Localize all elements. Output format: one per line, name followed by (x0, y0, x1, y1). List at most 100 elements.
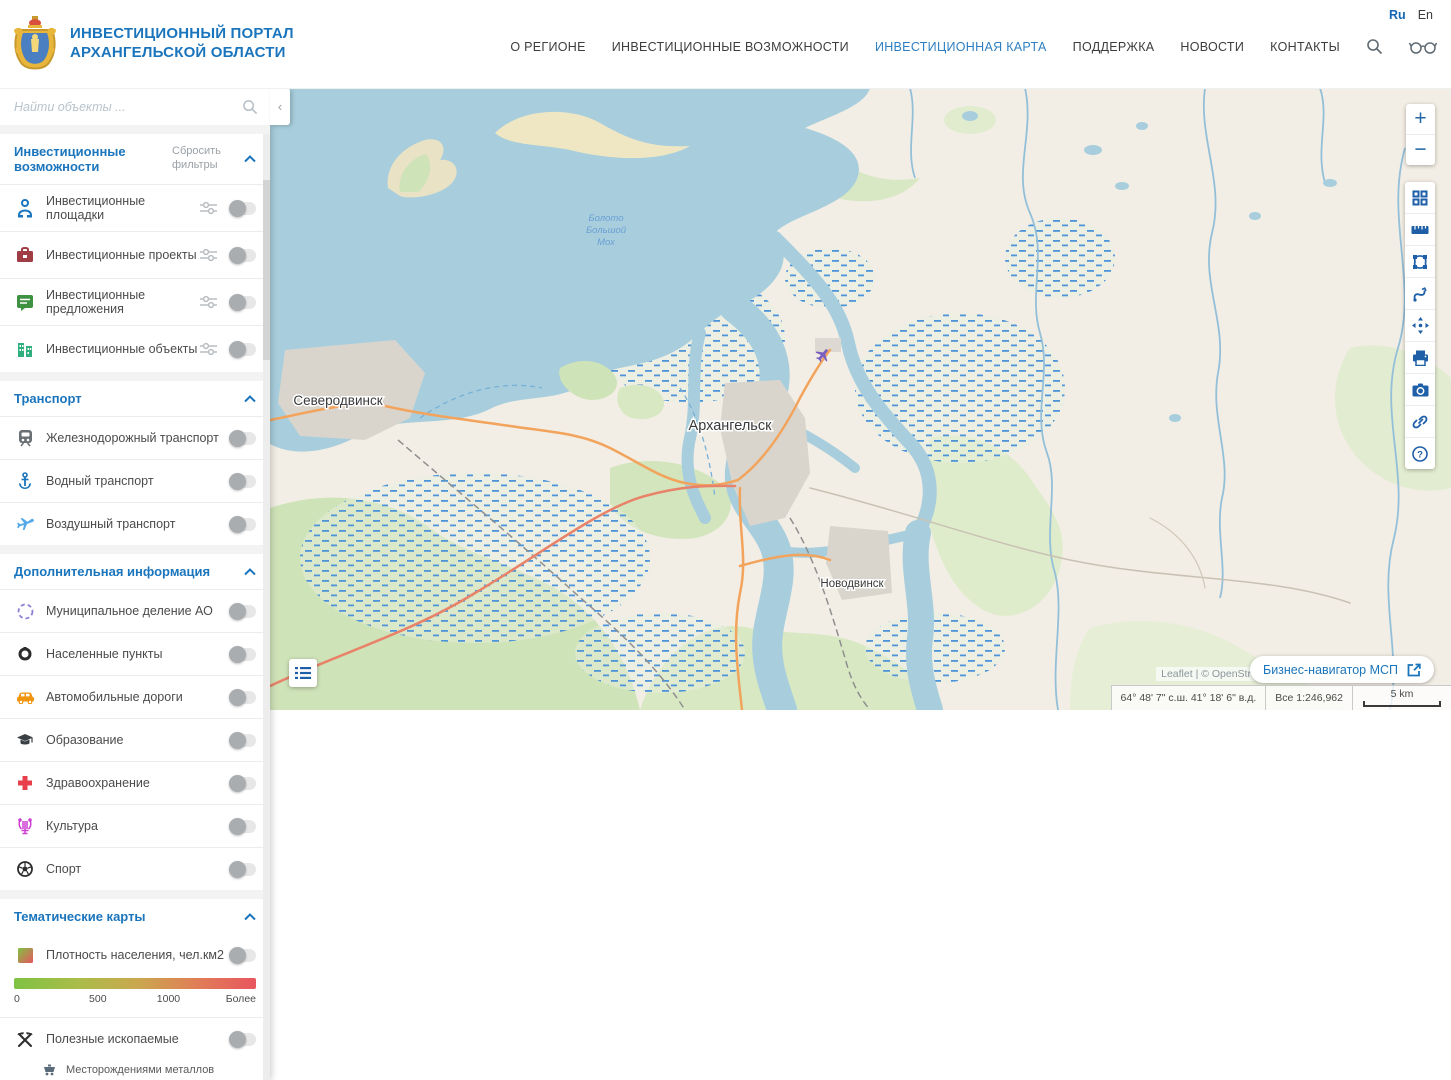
sublayer-label: Месторождениями металлов (66, 1064, 214, 1076)
layer-toggle[interactable] (229, 863, 256, 876)
settlement-dot-icon (14, 647, 36, 661)
coat-of-arms-logo (12, 14, 58, 72)
layer-row-education: Образование (0, 718, 270, 761)
header: ИНВЕСТИЦИОННЫЙ ПОРТАЛ АРХАНГЕЛЬСКОЙ ОБЛА… (0, 0, 1451, 89)
print-button[interactable] (1405, 341, 1435, 373)
layer-label: Инвестиционные проекты (46, 248, 200, 262)
screenshot-camera-button[interactable] (1405, 373, 1435, 405)
layer-toggle[interactable] (229, 475, 256, 488)
city-label-severodvinsk: Северодвинск (293, 393, 382, 408)
map-render: Северодвинск Архангельск Новодвинск Боло… (270, 88, 1451, 710)
layer-row-healthcare: Здравоохранение (0, 761, 270, 804)
layer-toggle[interactable] (229, 1033, 256, 1046)
layer-label: Образование (46, 733, 229, 747)
layer-row-invest-offers: Инвестиционные предложения (0, 278, 270, 325)
basemap-layers-button[interactable] (1405, 182, 1435, 213)
layer-toggle[interactable] (229, 777, 256, 790)
invest-sites-icon (14, 198, 36, 218)
section-transport: Транспорт Железнодорожный транспорт Водн… (0, 381, 270, 545)
filter-icon[interactable] (200, 342, 217, 356)
layer-toggle[interactable] (229, 820, 256, 833)
density-gradient-bar (14, 978, 256, 989)
layer-toggle[interactable] (229, 202, 256, 215)
layer-toggle[interactable] (229, 734, 256, 747)
filter-icon[interactable] (200, 201, 217, 215)
layer-row-invest-sites: Инвестиционные площадки (0, 184, 270, 231)
accessibility-glasses-icon[interactable] (1409, 40, 1437, 54)
nav-region[interactable]: О РЕГИОНЕ (510, 40, 585, 54)
sidebar-collapse-button[interactable]: ‹ (270, 88, 290, 125)
sublayer-metal-deposits[interactable]: Месторождениями металлов (0, 1060, 270, 1080)
route-button[interactable] (1405, 277, 1435, 309)
filter-icon[interactable] (200, 248, 217, 262)
reset-filters-button[interactable]: Сбросить фильтры (172, 145, 230, 173)
measure-ruler-button[interactable] (1405, 213, 1435, 245)
lang-ru[interactable]: Ru (1389, 8, 1406, 22)
nav-news[interactable]: НОВОСТИ (1180, 40, 1244, 54)
city-label-novodvinsk: Новодвинск (820, 578, 884, 590)
layer-row-invest-projects: Инвестиционные проекты (0, 231, 270, 278)
scale-distance-label: 5 km (1391, 688, 1414, 700)
sidebar-scrollbar[interactable] (263, 134, 270, 1080)
main-nav: О РЕГИОНЕ ИНВЕСТИЦИОННЫЕ ВОЗМОЖНОСТИ ИНВ… (510, 38, 1437, 55)
chevron-up-icon[interactable] (244, 568, 256, 576)
zoom-controls: + − (1406, 104, 1435, 165)
layer-row-municipal-division: Муниципальное деление АО (0, 589, 270, 632)
layer-toggle[interactable] (229, 432, 256, 445)
help-button[interactable]: ? (1405, 437, 1435, 469)
filter-icon[interactable] (200, 295, 217, 309)
layer-toggle[interactable] (229, 605, 256, 618)
dashed-boundary-icon (14, 603, 36, 620)
layer-row-invest-objects: Инвестиционные объекты (0, 325, 270, 372)
scale-bar: 5 km (1352, 685, 1451, 710)
layer-label: Водный транспорт (46, 474, 229, 488)
wetland-label-line1: Болото (589, 213, 624, 224)
layer-row-roads: Автомобильные дороги (0, 675, 270, 718)
nav-contacts[interactable]: КОНТАКТЫ (1270, 40, 1340, 54)
zoom-in-button[interactable]: + (1406, 104, 1435, 134)
legend-list-button[interactable] (289, 659, 317, 687)
mine-cart-icon (40, 1064, 58, 1076)
legend-tick: 0 (14, 993, 20, 1005)
chevron-up-icon[interactable] (244, 913, 256, 921)
chevron-up-icon[interactable] (244, 155, 256, 163)
layer-toggle[interactable] (229, 343, 256, 356)
share-link-button[interactable] (1405, 405, 1435, 437)
invest-projects-icon (14, 247, 36, 264)
map-scale-ratio: Все 1:246,962 (1265, 685, 1352, 710)
layer-label: Спорт (46, 862, 229, 876)
layer-label: Полезные ископаемые (46, 1032, 229, 1046)
section-thematic-maps: Тематические карты Плотность населения, … (0, 899, 270, 1080)
brand[interactable]: ИНВЕСТИЦИОННЫЙ ПОРТАЛ АРХАНГЕЛЬСКОЙ ОБЛА… (12, 14, 294, 72)
anchor-icon (14, 472, 36, 490)
medical-cross-icon (14, 775, 36, 791)
nav-support[interactable]: ПОДДЕРЖКА (1073, 40, 1155, 54)
layer-label: Железнодорожный транспорт (46, 431, 229, 445)
zoom-out-button[interactable]: − (1406, 134, 1435, 165)
layer-row-culture: Культура (0, 804, 270, 847)
map-tools: ? (1405, 182, 1435, 469)
layer-label: Инвестиционные объекты (46, 342, 200, 356)
pan-move-button[interactable] (1405, 309, 1435, 341)
svg-text:?: ? (1417, 449, 1423, 460)
sidebar-search-icon[interactable] (242, 99, 258, 115)
layer-toggle[interactable] (229, 296, 256, 309)
business-navigator-button[interactable]: Бизнес-навигатор МСП (1250, 656, 1434, 683)
layer-toggle[interactable] (229, 648, 256, 661)
layer-toggle[interactable] (229, 949, 256, 962)
car-icon (14, 690, 36, 704)
layer-toggle[interactable] (229, 249, 256, 262)
wetland-label-line2: Большой (586, 225, 627, 236)
select-area-button[interactable] (1405, 245, 1435, 277)
search-objects-input[interactable] (12, 99, 242, 115)
map-canvas[interactable]: Северодвинск Архангельск Новодвинск Боло… (270, 88, 1451, 710)
nav-invest-opportunities[interactable]: ИНВЕСТИЦИОННЫЕ ВОЗМОЖНОСТИ (612, 40, 849, 54)
chevron-up-icon[interactable] (244, 395, 256, 403)
layer-toggle[interactable] (229, 518, 256, 531)
layer-row-minerals: Полезные ископаемые (0, 1017, 270, 1060)
search-icon[interactable] (1366, 38, 1383, 55)
layer-toggle[interactable] (229, 691, 256, 704)
nav-invest-map[interactable]: ИНВЕСТИЦИОННАЯ КАРТА (875, 40, 1047, 54)
lang-en[interactable]: En (1418, 8, 1433, 22)
section-title: Инвестиционные возможности (14, 144, 172, 174)
